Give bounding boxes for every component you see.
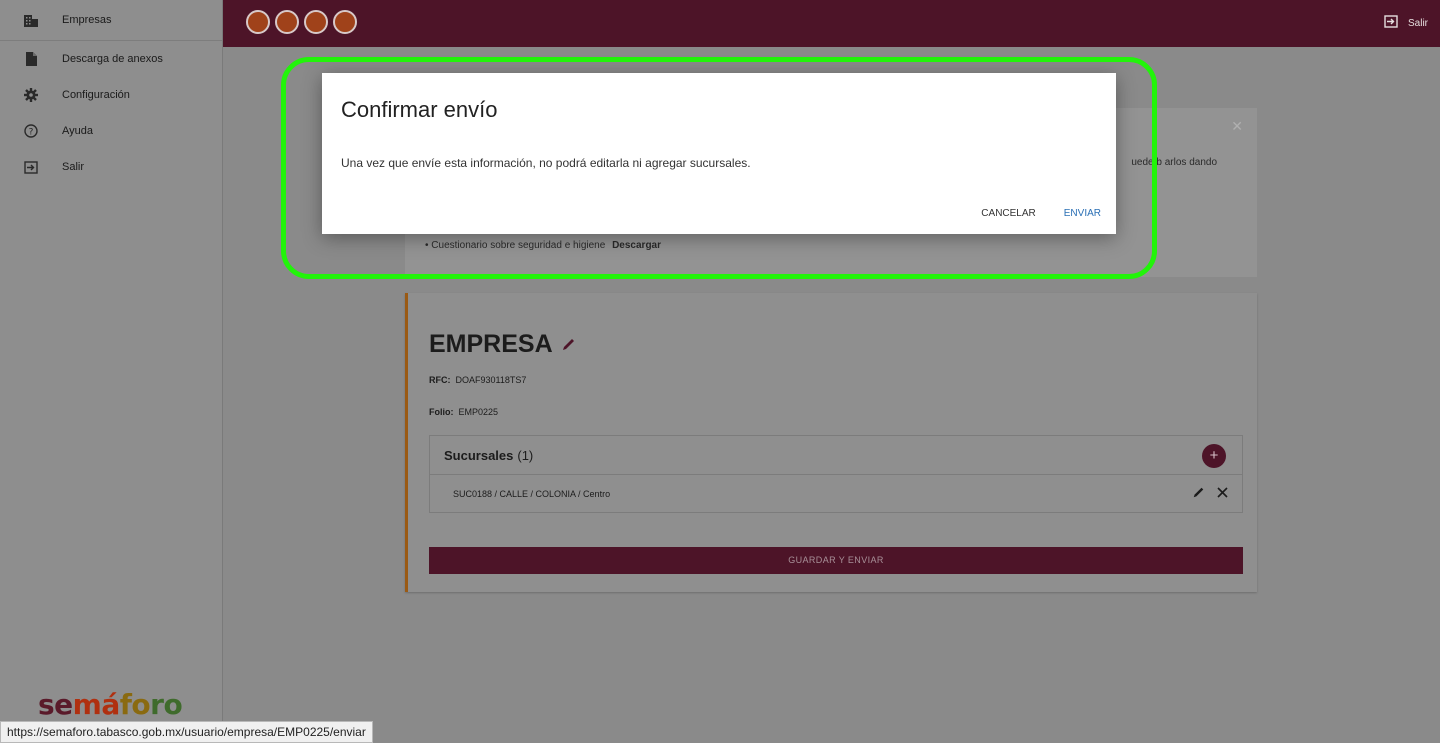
building-icon: [22, 11, 40, 29]
logout-button[interactable]: Salir: [1384, 15, 1428, 31]
help-icon: ?: [22, 122, 40, 140]
dialog-message: Una vez que envíe esta información, no p…: [341, 156, 751, 170]
file-icon: [22, 50, 40, 68]
cancel-button[interactable]: CANCELAR: [981, 208, 1035, 219]
delete-icon[interactable]: [1217, 487, 1228, 500]
status-dot: [246, 10, 270, 34]
add-sucursal-button[interactable]: +: [1202, 444, 1226, 468]
sucursales-label: Sucursales: [444, 447, 514, 463]
folio-value: EMP0225: [458, 407, 499, 417]
sidebar-item-ayuda[interactable]: ? Ayuda: [0, 113, 222, 149]
download-link[interactable]: Descargar: [612, 240, 661, 251]
traffic-light-dots: [246, 10, 357, 34]
save-and-send-button[interactable]: GUARDAR Y ENVIAR: [429, 547, 1243, 574]
logo-part: se: [38, 688, 73, 721]
rfc-label: RFC:: [429, 375, 451, 385]
edit-icon[interactable]: [561, 330, 576, 359]
folio-label: Folio:: [429, 407, 454, 417]
logo-part: má: [72, 688, 121, 721]
notice-bullet: • Cuestionario sobre seguridad e higiene…: [425, 240, 661, 251]
sidebar-item-salir[interactable]: Salir: [0, 149, 222, 185]
gear-icon: [22, 86, 40, 104]
sidebar-item-label: Descarga de anexos: [62, 53, 163, 65]
svg-text:?: ?: [29, 128, 34, 138]
confirm-dialog: Confirmar envío Una vez que envíe esta i…: [322, 73, 1116, 234]
logout-label: Salir: [1407, 17, 1428, 29]
status-dot: [275, 10, 299, 34]
semaforo-logo: semáforo: [38, 688, 183, 721]
exit-icon: [1384, 15, 1398, 31]
sidebar: Empresas Descarga de anexos Configuració…: [0, 0, 223, 743]
logo-part: fo: [119, 688, 151, 721]
sucursales-panel: Sucursales (1) + SUC0188 / CALLE / COLON…: [429, 435, 1243, 513]
sucursal-text: SUC0188 / CALLE / COLONIA / Centro: [453, 488, 611, 499]
sidebar-item-label: Empresas: [62, 14, 112, 26]
dialog-title: Confirmar envío: [341, 97, 498, 122]
close-icon[interactable]: ✕: [1231, 118, 1243, 135]
sidebar-item-descarga-anexos[interactable]: Descarga de anexos: [0, 41, 222, 77]
edit-icon[interactable]: [1192, 486, 1205, 501]
sidebar-item-label: Ayuda: [62, 125, 93, 137]
rfc-line: RFC: DOAF930118TS7: [429, 375, 526, 385]
folio-line: Folio: EMP0225: [429, 407, 498, 417]
empresa-title-text: EMPRESA: [429, 330, 553, 358]
dialog-actions: CANCELAR ENVIAR: [981, 208, 1101, 219]
empresa-card: EMPRESA RFC: DOAF930118TS7 Folio: EMP0225 …: [405, 293, 1257, 592]
status-dot: [304, 10, 328, 34]
top-bar: Salir: [223, 0, 1440, 47]
exit-icon: [22, 158, 40, 176]
notice-text: uede b arlos dando: [1131, 157, 1217, 168]
sidebar-item-configuracion[interactable]: Configuración: [0, 77, 222, 113]
status-dot: [333, 10, 357, 34]
status-url: https://semaforo.tabasco.gob.mx/usuario/…: [0, 721, 373, 743]
sidebar-item-empresas[interactable]: Empresas: [0, 0, 222, 41]
rfc-value: DOAF930118TS7: [455, 375, 527, 385]
sucursales-count: (1): [517, 447, 534, 463]
bullet-text: Cuestionario sobre seguridad e higiene: [431, 240, 606, 251]
list-item: SUC0188 / CALLE / COLONIA / Centro: [430, 475, 1242, 512]
sidebar-item-label: Configuración: [62, 89, 130, 101]
sucursales-header: Sucursales (1) +: [430, 436, 1242, 475]
send-button[interactable]: ENVIAR: [1064, 208, 1101, 219]
sidebar-item-label: Salir: [62, 161, 85, 173]
empresa-title: EMPRESA: [429, 330, 576, 359]
logo-part: ro: [150, 688, 183, 721]
row-actions: [1192, 486, 1228, 501]
